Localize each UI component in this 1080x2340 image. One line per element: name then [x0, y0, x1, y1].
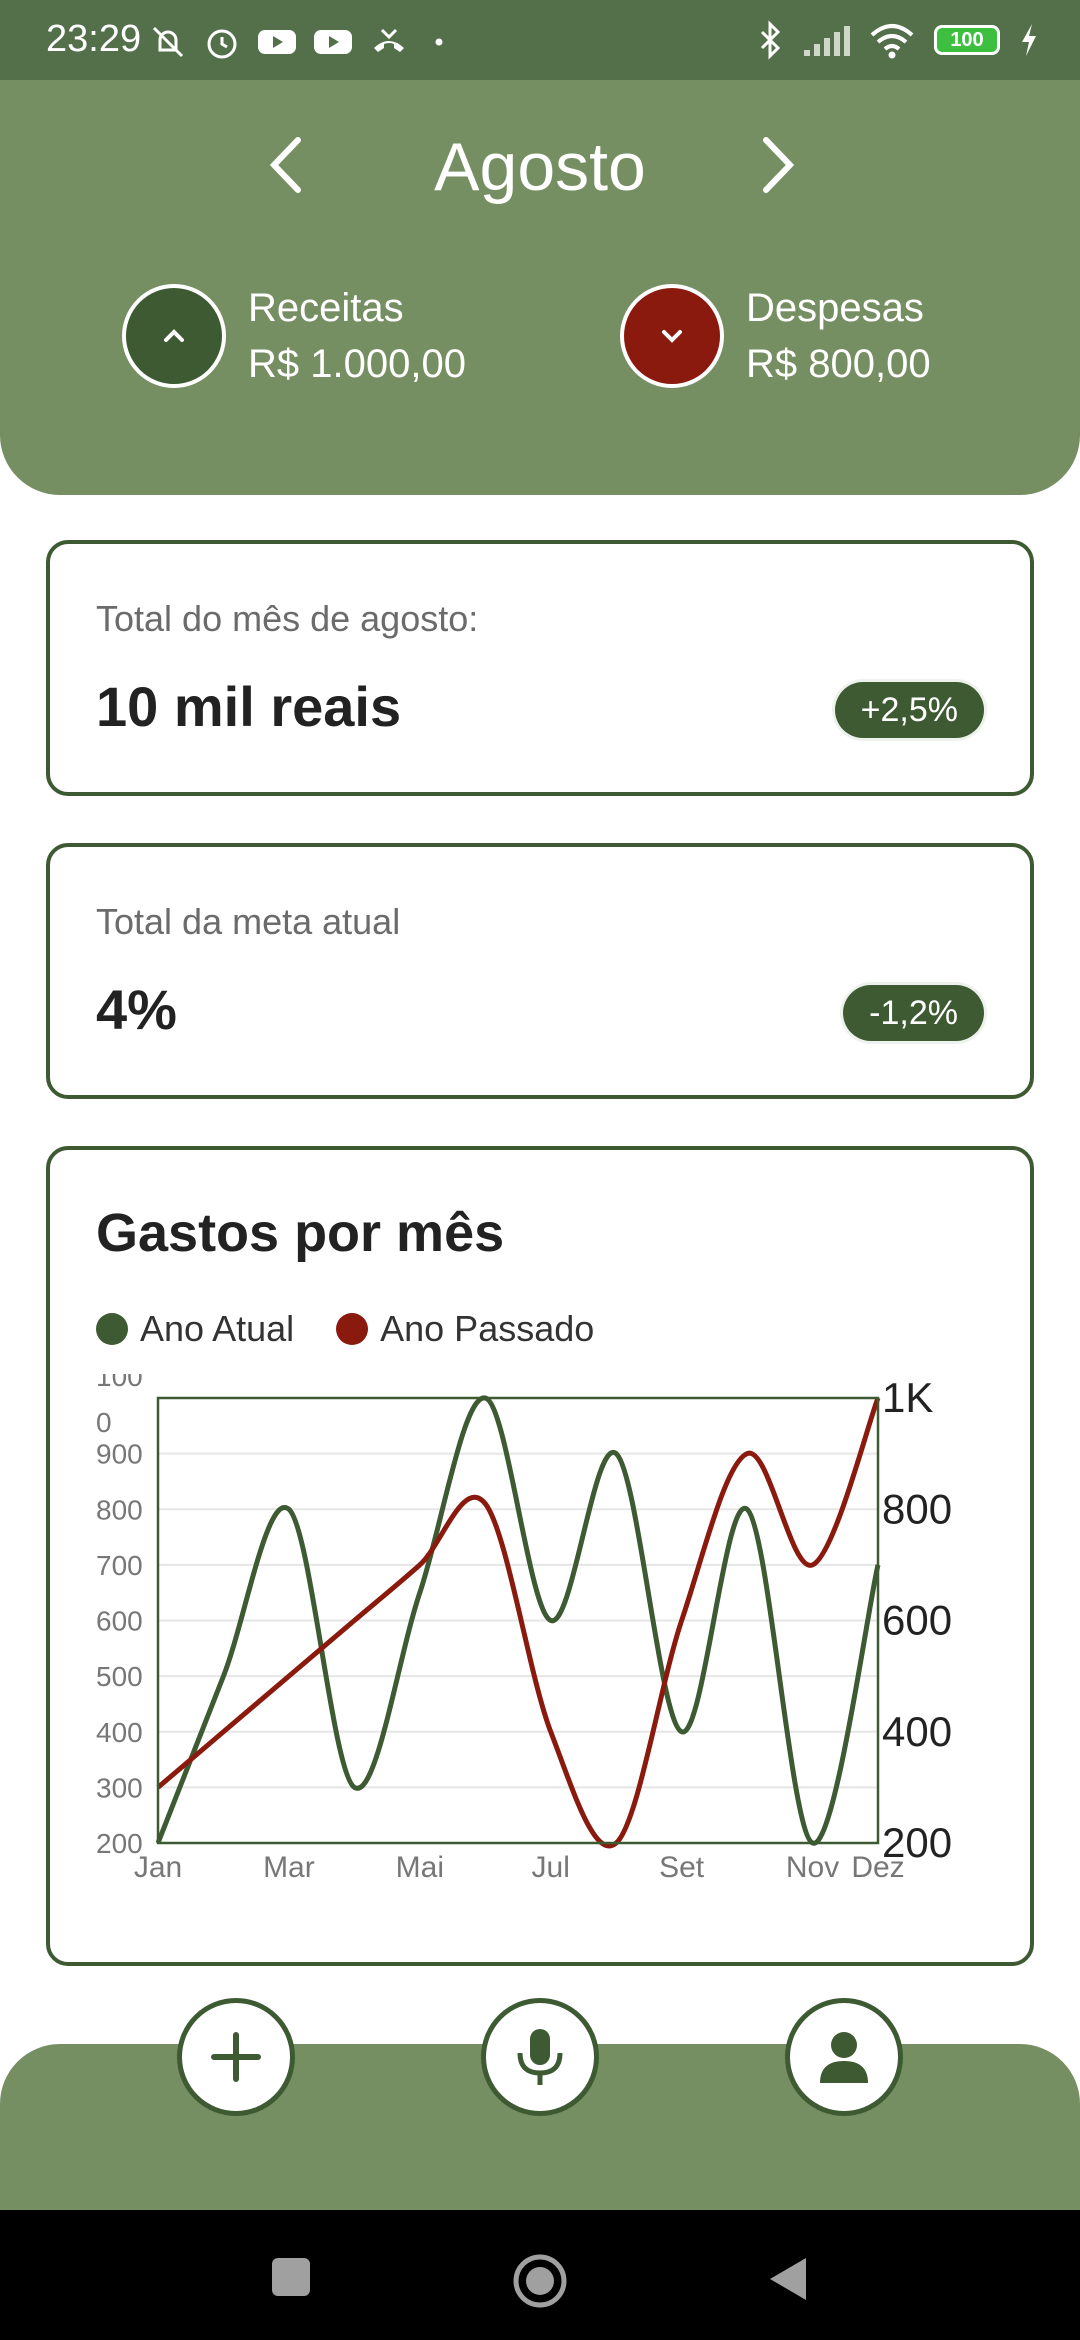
youtube-icon	[314, 30, 352, 54]
status-icons-left	[148, 22, 454, 62]
chart-card: Gastos por mês Ano Atual Ano Passado 100…	[46, 1146, 1034, 1966]
signal-icon	[804, 26, 850, 56]
dot-icon	[435, 38, 443, 46]
y-left-tick-label: 700	[96, 1550, 143, 1581]
person-icon	[820, 2032, 868, 2083]
status-icons-right: 100	[756, 20, 1040, 60]
goal-badge: -1,2%	[843, 985, 984, 1041]
status-time: 23:29	[46, 18, 142, 60]
expense-summary[interactable]: Despesas R$ 800,00	[620, 280, 931, 392]
y-right-tick-label: 400	[882, 1708, 952, 1755]
legend-item-last-year[interactable]: Ano Passado	[336, 1308, 594, 1350]
plus-icon	[211, 2032, 261, 2082]
goal-card[interactable]: Total da meta atual 4% -1,2%	[46, 843, 1034, 1099]
income-value: R$ 1.000,00	[248, 342, 466, 386]
recents-square-icon[interactable]	[270, 2256, 312, 2298]
voice-button[interactable]	[481, 1998, 599, 2116]
home-circle-icon[interactable]	[511, 2252, 569, 2310]
chart-title: Gastos por mês	[96, 1203, 505, 1263]
month-total-card[interactable]: Total do mês de agosto: 10 mil reais +2,…	[46, 540, 1034, 796]
alarm-icon	[207, 29, 237, 59]
goal-value: 4%	[96, 978, 177, 1041]
y-left-tick-label: 500	[96, 1661, 143, 1692]
y-left-tick-label: 600	[96, 1606, 143, 1637]
legend-dot-current-year	[96, 1313, 128, 1345]
status-bar: 23:29 100	[0, 0, 1080, 80]
y-right-tick-label: 600	[882, 1597, 952, 1644]
month-total-value: 10 mil reais	[96, 675, 402, 738]
charging-icon	[1022, 24, 1036, 56]
bluetooth-icon	[760, 20, 781, 60]
month-title: Agosto	[434, 129, 646, 205]
legend-dot-last-year	[336, 1313, 369, 1345]
month-total-badge: +2,5%	[834, 682, 984, 738]
expense-label: Despesas	[746, 286, 924, 330]
y-left-tick-label: 100 0	[96, 1374, 143, 1438]
youtube-icon	[258, 30, 296, 54]
x-tick-label: Mar	[263, 1851, 315, 1884]
profile-button[interactable]	[785, 1998, 903, 2116]
missed-call-icon	[374, 28, 404, 52]
y-left-tick-label: 800	[96, 1494, 143, 1525]
x-tick-label: Nov	[786, 1851, 839, 1884]
x-tick-label: Jul	[532, 1851, 570, 1884]
y-left-tick-label: 300	[96, 1772, 143, 1803]
mute-icon	[152, 26, 184, 58]
y-left-tick-label: 900	[96, 1439, 143, 1470]
back-triangle-icon[interactable]	[766, 2254, 810, 2304]
income-circle[interactable]	[122, 284, 226, 388]
chevron-right-icon[interactable]	[740, 130, 810, 200]
y-left-tick-label: 400	[96, 1717, 143, 1748]
goal-label: Total da meta atual	[96, 901, 401, 942]
line-chart: 100 09008007006005004003002001K8006004002…	[96, 1374, 952, 1884]
month-total-label: Total do mês de agosto:	[96, 598, 479, 639]
microphone-icon	[517, 2029, 563, 2085]
system-nav-bar	[0, 2210, 1080, 2340]
chart-legend: Ano Atual Ano Passado	[96, 1308, 636, 1350]
legend-item-current-year[interactable]: Ano Atual	[96, 1308, 294, 1350]
month-header: Agosto Receitas R$ 1.000,00 Despesas R$ …	[0, 80, 1080, 495]
add-button[interactable]	[177, 1998, 295, 2116]
x-tick-label: Set	[659, 1851, 705, 1884]
battery-icon: 100	[934, 25, 1000, 55]
wifi-icon	[870, 24, 914, 59]
legend-label-last-year: Ano Passado	[380, 1308, 595, 1349]
chevron-up-icon	[164, 329, 184, 342]
y-right-tick-label: 1K	[882, 1374, 933, 1421]
x-tick-label: Mai	[396, 1851, 444, 1884]
expense-value: R$ 800,00	[746, 342, 931, 386]
x-tick-label: Dez	[851, 1851, 904, 1884]
chevron-down-icon	[662, 330, 682, 343]
legend-label-current-year: Ano Atual	[140, 1308, 295, 1349]
x-tick-label: Jan	[134, 1851, 182, 1884]
expense-circle[interactable]	[620, 284, 724, 388]
income-label: Receitas	[248, 286, 404, 330]
y-right-tick-label: 800	[882, 1485, 952, 1532]
income-summary[interactable]: Receitas R$ 1.000,00	[122, 280, 466, 392]
